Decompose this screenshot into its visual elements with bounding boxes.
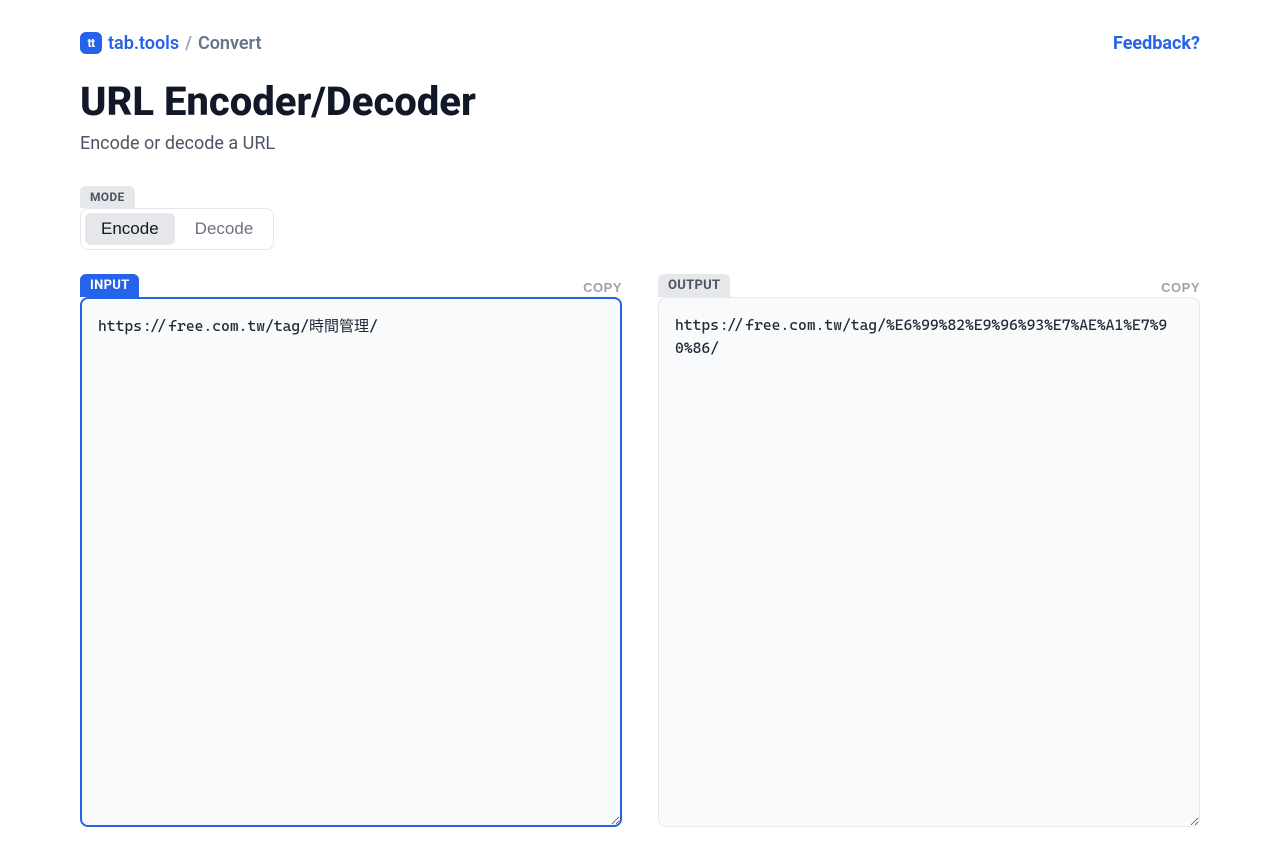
breadcrumb-category[interactable]: Convert — [198, 33, 262, 54]
mode-label: MODE — [80, 186, 135, 208]
output-panel: OUTPUT COPY — [658, 274, 1200, 831]
mode-toggle: Encode Decode — [80, 208, 274, 250]
breadcrumb: tt tab.tools / Convert — [80, 32, 262, 54]
output-textarea[interactable] — [658, 297, 1200, 827]
page-title: URL Encoder/Decoder — [80, 78, 1200, 125]
input-panel-header: INPUT COPY — [80, 274, 622, 297]
breadcrumb-separator: / — [185, 33, 192, 54]
output-panel-header: OUTPUT COPY — [658, 274, 1200, 297]
output-label: OUTPUT — [658, 274, 730, 297]
panels-container: INPUT COPY OUTPUT COPY — [80, 274, 1200, 831]
page-subtitle: Encode or decode a URL — [80, 133, 1200, 154]
feedback-link[interactable]: Feedback? — [1113, 33, 1200, 54]
mode-section: MODE Encode Decode — [80, 186, 1200, 250]
page-header: tt tab.tools / Convert Feedback? — [80, 32, 1200, 54]
input-copy-button[interactable]: COPY — [583, 280, 622, 297]
logo-icon[interactable]: tt — [80, 32, 102, 54]
brand-link[interactable]: tab.tools — [108, 33, 179, 54]
output-copy-button[interactable]: COPY — [1161, 280, 1200, 297]
input-label: INPUT — [80, 274, 139, 297]
mode-encode-button[interactable]: Encode — [85, 213, 175, 245]
mode-decode-button[interactable]: Decode — [179, 213, 270, 245]
input-textarea[interactable] — [80, 297, 622, 827]
input-panel: INPUT COPY — [80, 274, 622, 831]
